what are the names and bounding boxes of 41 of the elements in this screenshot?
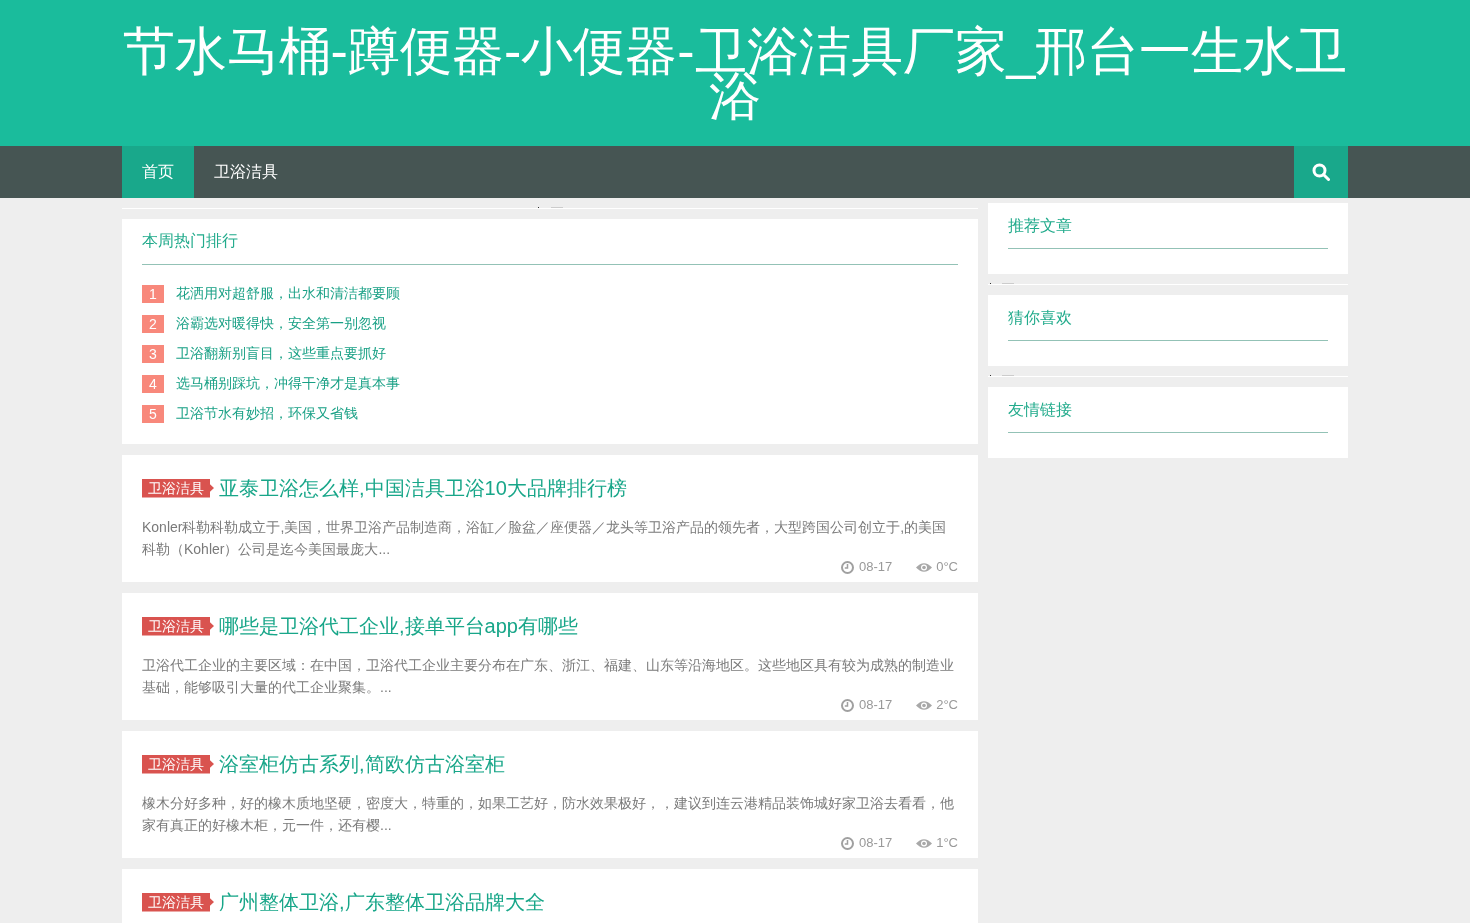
widget-title: 猜你喜欢 [1008, 308, 1072, 328]
article-title-link[interactable]: 浴室柜仿古系列,简欧仿古浴室柜 [219, 750, 505, 778]
date-text: 08-17 [858, 698, 893, 712]
article-title-link[interactable]: 广州整体卫浴,广东整体卫浴品牌大全 [219, 888, 545, 916]
eye-icon [916, 561, 933, 573]
article-excerpt: Konler科勒科勒成立于,美国，世界卫浴产品制造商，浴缸／脸盆／座便器／龙头等卫浴产品的领先者，大型跨国公司创立于,的美国科勒（Kohler）公司是迄今美国最庞大... [142, 518, 948, 559]
clock-icon [840, 698, 854, 712]
nav-tab[interactable]: 首页 [122, 146, 194, 198]
rank-number: 1 [142, 285, 164, 303]
clock-icon [840, 836, 854, 850]
date-text: 08-17 [858, 560, 893, 574]
ranking-link[interactable]: 卫浴节水有妙招，环保又省钱 [176, 405, 358, 423]
views-text: 2°C [936, 698, 958, 712]
clock-icon [840, 560, 854, 574]
eye-icon [916, 837, 933, 849]
rank-number: 3 [142, 345, 164, 363]
article-excerpt: 橡木分好多种，好的橡木质地坚硬，密度大，特重的，如果工艺好，防水效果极好，，建议到连云港精品装饰城好家卫浴去看看，他家有真正的好橡木柜，元一件，还有樱... [142, 794, 955, 835]
ranking-link[interactable]: 卫浴翻新别盲目，这些重点要抓好 [176, 345, 386, 363]
ranking-link[interactable]: 花洒用对超舒服，出水和清洁都要顾 [176, 285, 400, 303]
search-icon [1312, 163, 1330, 181]
rank-number: 5 [142, 405, 164, 423]
nav-tab[interactable]: 卫浴洁具 [194, 146, 298, 198]
category-tag[interactable]: 卫浴洁具 [142, 754, 214, 774]
category-tag[interactable]: 卫浴洁具 [142, 892, 214, 912]
search-button[interactable] [1294, 146, 1348, 198]
article-title-link[interactable]: 哪些是卫浴代工企业,接单平台app有哪些 [219, 612, 578, 640]
ranking-title: 本周热门排行 [142, 231, 238, 251]
rank-number: 4 [142, 375, 164, 393]
views-text: 0°C [936, 560, 958, 574]
ranking-link[interactable]: 浴霸选对暖得快，安全第一别忽视 [176, 315, 386, 333]
views-text: 1°C [936, 836, 958, 850]
rank-number: 2 [142, 315, 164, 333]
date-text: 08-17 [858, 836, 893, 850]
widget-title: 友情链接 [1008, 400, 1072, 420]
category-tag[interactable]: 卫浴洁具 [142, 616, 214, 636]
category-tag[interactable]: 卫浴洁具 [142, 478, 214, 498]
article-excerpt: 卫浴代工企业的主要区域：在中国，卫浴代工企业主要分布在广东、浙江、福建、山东等沿海地区。这些地区具有较为成熟的制造业基础，能够吸引大量的代工企业聚集。... [142, 656, 955, 697]
article-title-link[interactable]: 亚泰卫浴怎么样,中国洁具卫浴10大品牌排行榜 [219, 474, 627, 502]
eye-icon [916, 699, 933, 711]
ranking-link[interactable]: 选马桶别踩坑，冲得干净才是真本事 [176, 375, 400, 393]
widget-title: 推荐文章 [1008, 216, 1072, 236]
